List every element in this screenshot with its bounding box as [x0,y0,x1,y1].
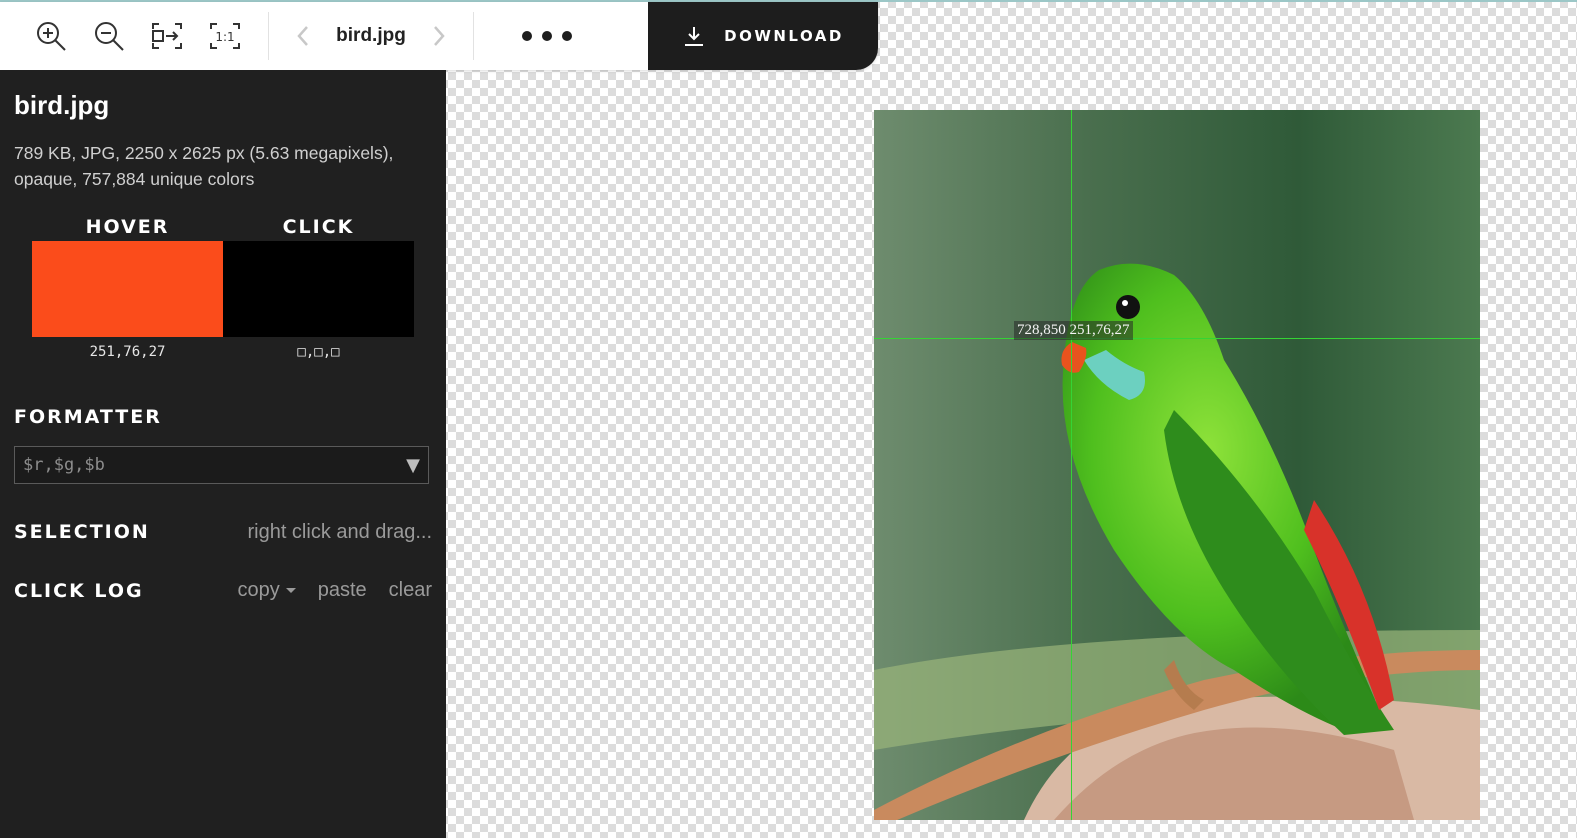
click-log-actions: copy paste clear [237,579,432,602]
image-canvas[interactable] [874,110,1480,820]
download-label: DOWNLOAD [724,27,844,45]
hover-color-swatch [32,241,223,337]
sidebar: bird.jpg 789 KB, JPG, 2250 x 2625 px (5.… [0,70,446,838]
toolbar-divider [268,12,269,60]
file-info: 789 KB, JPG, 2250 x 2625 px (5.63 megapi… [14,143,394,189]
actual-size-icon: 1:1 [210,23,240,49]
crosshair-horizontal [874,338,1480,339]
actual-size-button[interactable]: 1:1 [196,2,254,70]
fit-to-screen-icon [152,23,182,49]
zoom-out-icon [95,22,124,51]
click-log-label: CLICK LOG [14,580,144,602]
zoom-in-button[interactable] [22,2,80,70]
clear-button[interactable]: clear [389,579,432,602]
hover-label: HOVER [85,216,170,238]
click-label: CLICK [282,216,355,238]
more-options-button[interactable] [488,2,606,70]
pixel-readout-tooltip: 728,850 251,76,27 [1014,321,1133,340]
previous-image-button[interactable] [283,2,323,70]
download-button[interactable]: DOWNLOAD [648,2,878,70]
selection-label: SELECTION [14,521,150,543]
svg-text:1:1: 1:1 [215,30,234,44]
more-dot-icon [542,31,552,41]
toolbar-filename: bird.jpg [336,25,406,46]
toolbar: 1:1 bird.jpg DOWNLOAD [0,2,878,70]
next-image-button[interactable] [419,2,459,70]
copy-label: copy [237,579,280,601]
formatter-value: $r,$g,$b [23,455,105,475]
zoom-in-icon [37,22,66,51]
click-color-swatch [223,241,414,337]
chevron-right-icon [434,26,445,46]
crosshair-vertical [1071,110,1072,820]
selection-hint: right click and drag... [247,521,432,543]
chevron-left-icon [297,26,308,46]
file-title: bird.jpg [14,90,110,120]
more-dot-icon [562,31,572,41]
download-icon [685,27,704,46]
hover-color-value: 251,76,27 [89,344,166,360]
caret-down-icon: ▼ [406,454,420,476]
click-color-value: □,□,□ [297,344,340,360]
more-dot-icon [522,31,532,41]
caret-down-icon [285,588,296,594]
formatter-label: FORMATTER [14,406,162,428]
bird-image [874,110,1480,820]
toolbar-divider [473,12,474,60]
fit-to-screen-button[interactable] [138,2,196,70]
formatter-select[interactable]: $r,$g,$b ▼ [14,446,429,484]
zoom-out-button[interactable] [80,2,138,70]
paste-button[interactable]: paste [318,579,367,602]
copy-button[interactable]: copy [237,579,296,602]
